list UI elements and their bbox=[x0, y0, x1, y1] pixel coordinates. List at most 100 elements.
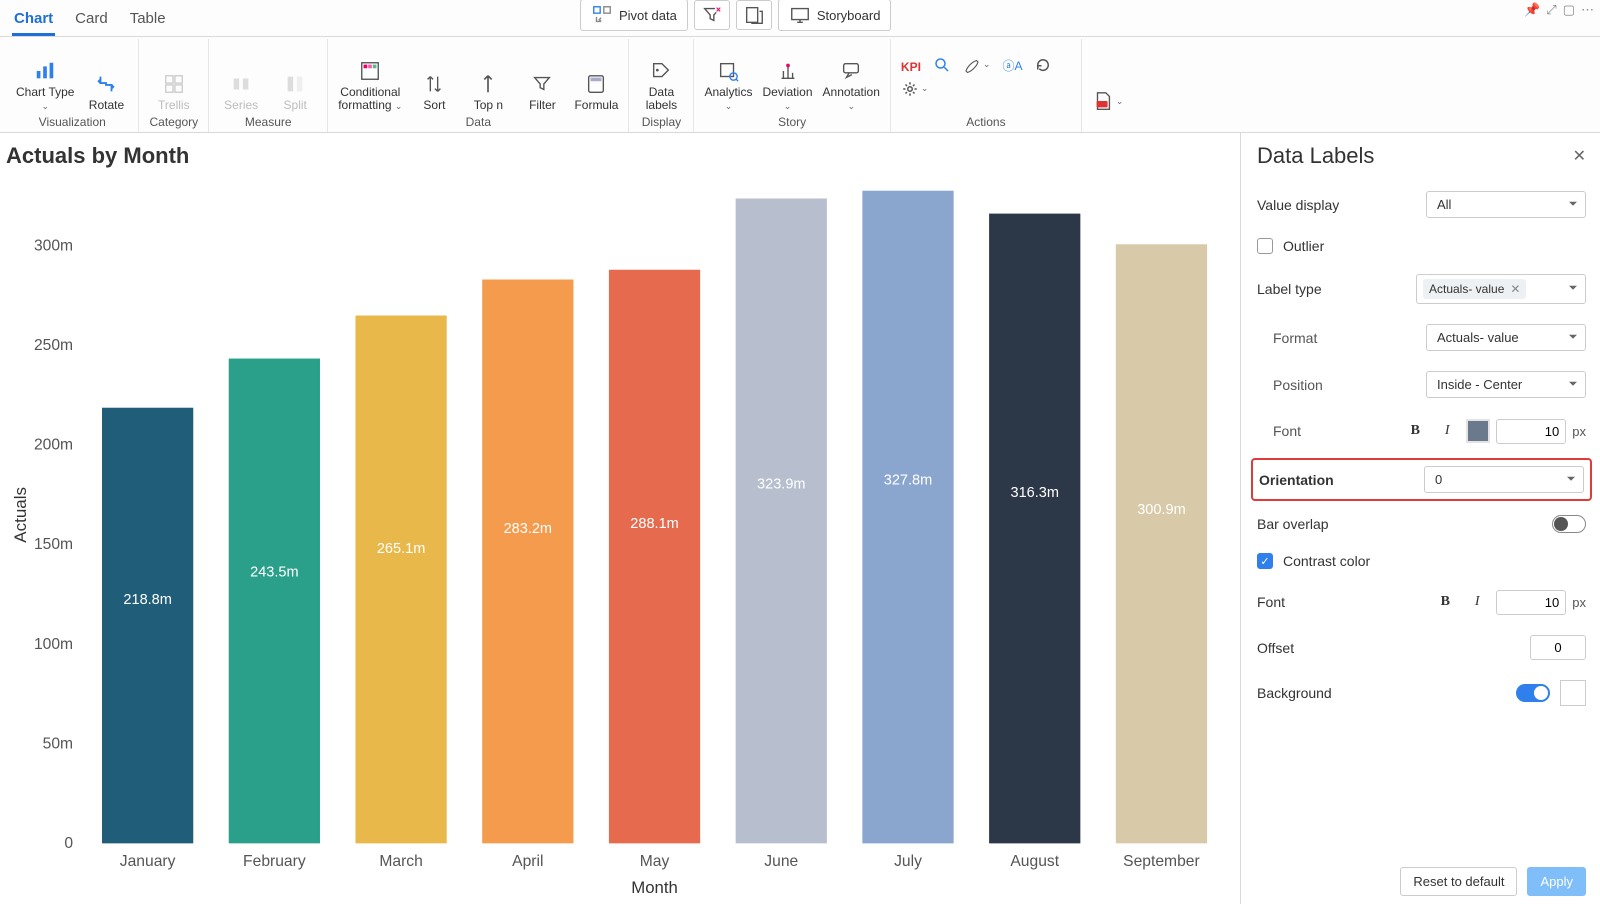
filter-button[interactable]: Filter bbox=[520, 73, 564, 112]
chip-remove-icon[interactable]: ✕ bbox=[1510, 282, 1520, 296]
maximize-icon[interactable]: ▢ bbox=[1563, 2, 1575, 18]
trellis-button[interactable]: Trellis bbox=[152, 73, 196, 112]
background-toggle[interactable] bbox=[1516, 684, 1550, 702]
background-color-swatch[interactable] bbox=[1560, 680, 1586, 706]
conditional-formatting-button[interactable]: Conditional formatting ⌄ bbox=[338, 60, 402, 112]
kpi-icon: KPI bbox=[901, 60, 921, 74]
analytics-button[interactable]: Analytics⌄ bbox=[704, 60, 752, 112]
series-button[interactable]: Series bbox=[219, 73, 263, 112]
analytics-label: Analytics⌄ bbox=[704, 86, 752, 112]
font2-size-input[interactable] bbox=[1496, 590, 1566, 615]
font-size-input[interactable] bbox=[1496, 419, 1566, 444]
svg-text:September: September bbox=[1123, 853, 1200, 870]
filter-label: Filter bbox=[529, 99, 556, 112]
search-icon bbox=[933, 56, 951, 74]
close-icon[interactable]: ✕ bbox=[1573, 146, 1586, 166]
view-tabs: Chart Card Table Pivot data Storyboard 📌… bbox=[0, 0, 1600, 37]
font-size-unit: px bbox=[1572, 424, 1586, 439]
outlier-checkbox[interactable]: Outlier bbox=[1257, 238, 1324, 254]
pivot-data-button[interactable]: Pivot data bbox=[580, 0, 688, 31]
chart-type-label: Chart Type⌄ bbox=[16, 86, 74, 112]
data-labels-label: Data labels bbox=[646, 86, 677, 112]
chart-title: Actuals by Month bbox=[6, 141, 1236, 175]
split-button[interactable]: Split bbox=[273, 73, 317, 112]
svg-text:January: January bbox=[120, 853, 176, 870]
pivot-data-icon bbox=[591, 4, 613, 26]
svg-text:300.9m: 300.9m bbox=[1137, 502, 1185, 518]
pivot-toolbar: Pivot data Storyboard bbox=[580, 0, 891, 31]
svg-text:Month: Month bbox=[631, 878, 678, 897]
value-display-label: Value display bbox=[1257, 197, 1339, 213]
font-label: Font bbox=[1257, 423, 1301, 439]
window-controls: 📌 ⤢ ▢ ⋯ bbox=[1524, 2, 1594, 18]
storyboard-button[interactable]: Storyboard bbox=[778, 0, 892, 31]
svg-text:June: June bbox=[764, 853, 798, 870]
svg-text:July: July bbox=[894, 853, 922, 870]
search-button[interactable] bbox=[933, 56, 951, 74]
value-display-dropdown[interactable]: All bbox=[1426, 191, 1586, 218]
more-icon[interactable]: ⋯ bbox=[1581, 2, 1594, 18]
annotation-icon bbox=[840, 60, 862, 82]
position-label: Position bbox=[1257, 377, 1323, 393]
svg-text:February: February bbox=[243, 853, 306, 870]
pdf-export-dropdown[interactable]: ⌄ bbox=[1092, 90, 1124, 112]
rotate-icon bbox=[95, 73, 117, 95]
annotation-button[interactable]: Annotation⌄ bbox=[823, 60, 880, 112]
reset-button[interactable]: Reset to default bbox=[1400, 867, 1517, 896]
format-label: Format bbox=[1257, 330, 1317, 346]
sort-icon bbox=[423, 73, 445, 95]
data-labels-button[interactable]: Data labels bbox=[639, 60, 683, 112]
export-button[interactable] bbox=[736, 0, 772, 30]
filter-reset-button[interactable] bbox=[694, 0, 730, 30]
svg-text:265.1m: 265.1m bbox=[377, 541, 425, 557]
position-dropdown[interactable]: Inside - Center bbox=[1426, 371, 1586, 398]
svg-text:200m: 200m bbox=[34, 437, 73, 454]
bar-overlap-toggle[interactable] bbox=[1552, 515, 1586, 533]
label-type-dropdown[interactable]: Actuals- value✕ bbox=[1416, 274, 1586, 304]
apply-button[interactable]: Apply bbox=[1527, 867, 1586, 896]
contrast-color-checkbox[interactable]: Contrast color bbox=[1257, 553, 1370, 569]
svg-text:50m: 50m bbox=[43, 735, 73, 752]
font2-italic-button[interactable]: I bbox=[1464, 589, 1490, 615]
orientation-dropdown[interactable]: 0 bbox=[1424, 466, 1584, 493]
font2-bold-button[interactable]: B bbox=[1432, 589, 1458, 615]
top-n-button[interactable]: Top n bbox=[466, 73, 510, 112]
tab-chart[interactable]: Chart bbox=[12, 4, 55, 36]
group-data: Data bbox=[466, 112, 491, 132]
filter-reset-icon bbox=[701, 4, 723, 26]
formula-button[interactable]: Formula bbox=[574, 73, 618, 112]
auto-text-button[interactable]: ⓐA bbox=[1002, 57, 1022, 74]
auto-text-icon: ⓐA bbox=[1002, 57, 1022, 74]
sort-button[interactable]: Sort bbox=[412, 73, 456, 112]
font-color-swatch[interactable] bbox=[1466, 419, 1490, 443]
deviation-button[interactable]: Deviation⌄ bbox=[762, 60, 812, 112]
trellis-label: Trellis bbox=[158, 99, 190, 112]
svg-text:323.9m: 323.9m bbox=[757, 477, 805, 493]
svg-text:218.8m: 218.8m bbox=[123, 592, 171, 608]
refresh-button[interactable] bbox=[1034, 56, 1052, 74]
label-type-label: Label type bbox=[1257, 281, 1322, 297]
top-n-icon bbox=[477, 73, 499, 95]
formula-icon bbox=[585, 73, 607, 95]
svg-text:243.5m: 243.5m bbox=[250, 565, 298, 581]
chart-area: Actuals by Month 050m100m150m200m250m300… bbox=[0, 133, 1240, 904]
font-italic-button[interactable]: I bbox=[1434, 418, 1460, 444]
tab-table[interactable]: Table bbox=[128, 4, 168, 36]
refresh-icon bbox=[1034, 56, 1052, 74]
offset-input[interactable] bbox=[1530, 635, 1586, 660]
panel-title: Data Labels bbox=[1257, 143, 1374, 169]
group-category: Category bbox=[149, 112, 198, 132]
svg-text:283.2m: 283.2m bbox=[504, 521, 552, 537]
expand-icon[interactable]: ⤢ bbox=[1546, 2, 1556, 18]
sort-label: Sort bbox=[423, 99, 445, 112]
format-dropdown[interactable]: Actuals- value bbox=[1426, 324, 1586, 351]
font-bold-button[interactable]: B bbox=[1402, 418, 1428, 444]
settings-dropdown[interactable]: ⌄ bbox=[901, 80, 929, 98]
chart-type-button[interactable]: Chart Type⌄ bbox=[16, 60, 74, 112]
pin-icon[interactable]: 📌 bbox=[1524, 2, 1540, 18]
kpi-button[interactable]: KPI bbox=[901, 60, 921, 74]
style-dropdown[interactable]: ⌄ bbox=[963, 56, 991, 74]
tab-card[interactable]: Card bbox=[73, 4, 110, 36]
rotate-button[interactable]: Rotate bbox=[84, 73, 128, 112]
series-icon bbox=[230, 73, 252, 95]
